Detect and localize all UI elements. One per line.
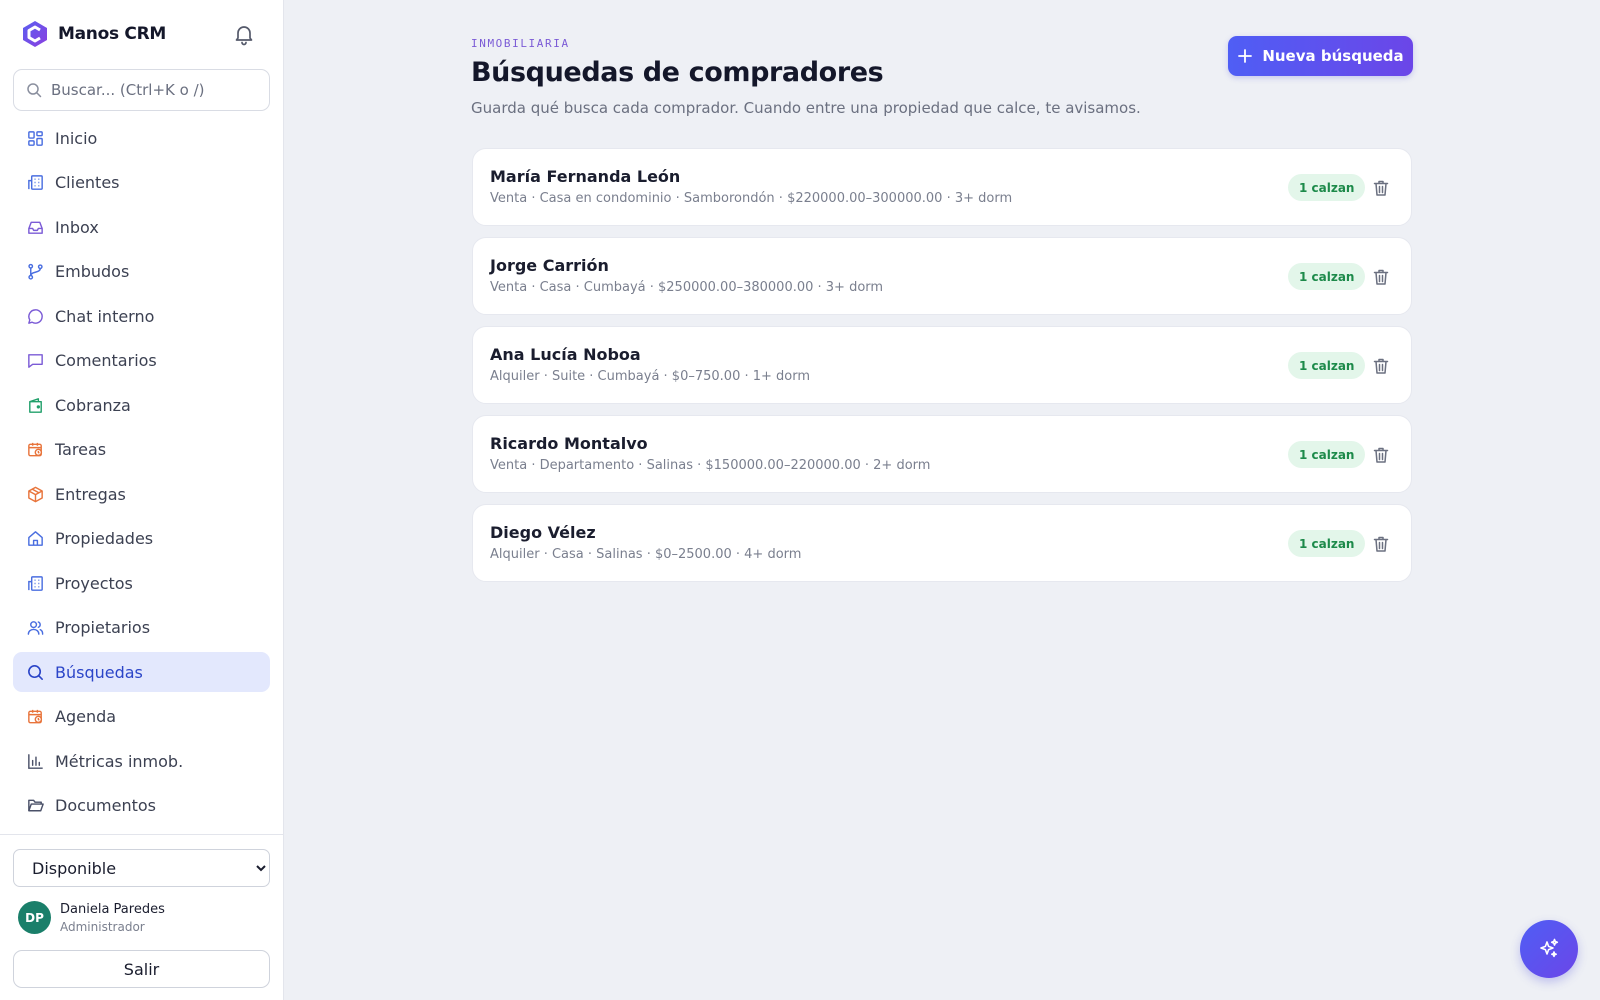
user-info: Daniela Paredes Administrador — [60, 902, 165, 934]
search-icon — [27, 83, 42, 98]
sidebar-item-tareas[interactable]: Tareas — [13, 430, 270, 470]
house-icon — [28, 531, 43, 546]
availability-select[interactable]: Disponible — [13, 849, 270, 887]
sidebar-item-label: Clientes — [55, 173, 120, 192]
trash-icon[interactable] — [1371, 267, 1391, 287]
match-badge[interactable]: 1 calzan — [1288, 174, 1366, 201]
user-profile[interactable]: DP Daniela Paredes Administrador — [18, 901, 165, 934]
calendar-clock-icon — [28, 709, 43, 724]
plus-icon — [1238, 49, 1253, 63]
list-item[interactable]: María Fernanda León Venta · Casa en cond… — [472, 148, 1412, 226]
list-item[interactable]: Ricardo Montalvo Venta · Departamento · … — [472, 415, 1412, 493]
sidebar-item-propiedades[interactable]: Propiedades — [13, 519, 270, 559]
comment-icon — [28, 354, 43, 368]
page-subtitle: Guarda qué busca cada comprador. Cuando … — [471, 99, 1141, 117]
sidebar-item-chat-interno[interactable]: Chat interno — [13, 296, 270, 336]
sidebar-item-label: Embudos — [55, 262, 130, 281]
sparkles-icon — [1540, 938, 1559, 958]
search-criteria: Venta · Casa · Cumbayá · $250000.00–3800… — [490, 280, 884, 295]
search-icon — [28, 664, 43, 680]
global-search[interactable] — [13, 69, 270, 111]
trash-icon[interactable] — [1371, 178, 1391, 198]
sidebar-item-busquedas[interactable]: Búsquedas — [13, 652, 270, 692]
sidebar-item-inicio[interactable]: Inicio — [13, 118, 270, 158]
sidebar-item-label: Comentarios — [55, 351, 157, 370]
sidebar-item-label: Propietarios — [55, 618, 151, 637]
sidebar-item-label: Propiedades — [55, 529, 154, 548]
match-badge[interactable]: 1 calzan — [1288, 530, 1366, 557]
sidebar-item-entregas[interactable]: Entregas — [13, 474, 270, 514]
chat-bubble-icon — [28, 308, 43, 324]
bell-icon[interactable] — [232, 22, 256, 46]
match-badge[interactable]: 1 calzan — [1288, 441, 1366, 468]
calendar-clock-icon — [28, 442, 43, 457]
git-branch-icon — [28, 263, 43, 280]
sidebar-item-clientes[interactable]: Clientes — [13, 163, 270, 203]
search-criteria: Alquiler · Casa · Salinas · $0–2500.00 ·… — [490, 547, 802, 562]
search-criteria: Venta · Departamento · Salinas · $150000… — [490, 458, 931, 473]
match-badge[interactable]: 1 calzan — [1288, 263, 1366, 290]
sidebar-item-label: Métricas inmob. — [55, 751, 184, 771]
sidebar-item-propietarios[interactable]: Propietarios — [13, 608, 270, 648]
sidebar-item-comentarios[interactable]: Comentarios — [13, 341, 270, 381]
page-title: Búsquedas de compradores — [471, 57, 884, 88]
sidebar-item-label: Inbox — [55, 217, 99, 237]
trash-icon[interactable] — [1371, 534, 1391, 554]
sidebar-item-label: Agenda — [55, 707, 117, 726]
sidebar-item-label: Tareas — [55, 440, 107, 459]
app-name: Manos CRM — [58, 24, 166, 44]
search-criteria: Alquiler · Suite · Cumbayá · $0–750.00 ·… — [490, 369, 811, 384]
user-name: Daniela Paredes — [60, 901, 165, 917]
folder-open-icon — [28, 799, 44, 812]
sidebar-item-label: Cobranza — [55, 395, 131, 415]
search-input[interactable] — [51, 81, 251, 99]
sidebar-nav: Inicio Clientes Inbox Embudos Chat inter… — [13, 118, 270, 830]
trash-icon[interactable] — [1371, 356, 1391, 376]
buyer-name: Jorge Carrión — [490, 256, 609, 275]
sidebar-footer: Disponible DP Daniela Paredes Administra… — [0, 834, 284, 1000]
sidebar-item-inbox[interactable]: Inbox — [13, 207, 270, 247]
dashboard-icon — [28, 130, 43, 146]
bar-chart-icon — [28, 753, 43, 769]
brand-logo-icon — [23, 21, 47, 47]
new-search-label: Nueva búsqueda — [1262, 47, 1404, 65]
sidebar-item-label: Documentos — [55, 796, 157, 815]
building-icon — [28, 175, 43, 190]
inbox-icon — [28, 221, 43, 234]
sidebar-item-label: Chat interno — [55, 306, 155, 326]
brand[interactable]: Manos CRM — [22, 20, 166, 48]
sidebar-item-embudos[interactable]: Embudos — [13, 252, 270, 292]
sidebar-item-label: Proyectos — [55, 573, 133, 593]
sidebar-item-label: Búsquedas — [55, 662, 143, 682]
users-icon — [27, 621, 44, 635]
avatar: DP — [18, 901, 51, 934]
match-badge[interactable]: 1 calzan — [1288, 352, 1366, 379]
sidebar-item-agenda[interactable]: Agenda — [13, 697, 270, 737]
ai-assistant-button[interactable] — [1520, 920, 1578, 978]
sidebar-item-label: Inicio — [55, 128, 98, 148]
wallet-icon — [29, 397, 42, 413]
buyer-name: Ricardo Montalvo — [490, 434, 648, 453]
list-item[interactable]: Jorge Carrión Venta · Casa · Cumbayá · $… — [472, 237, 1412, 315]
logout-button[interactable]: Salir — [13, 950, 270, 988]
buyer-name: María Fernanda León — [490, 167, 681, 186]
user-role: Administrador — [60, 919, 145, 934]
package-icon — [28, 486, 43, 502]
buyer-search-list: María Fernanda León Venta · Casa en cond… — [472, 148, 1412, 593]
trash-icon[interactable] — [1371, 445, 1391, 465]
sidebar-item-documentos[interactable]: Documentos — [13, 786, 270, 826]
buyer-name: Ana Lucía Noboa — [490, 345, 641, 364]
list-item[interactable]: Ana Lucía Noboa Alquiler · Suite · Cumba… — [472, 326, 1412, 404]
sidebar-item-proyectos[interactable]: Proyectos — [13, 563, 270, 603]
list-item[interactable]: Diego Vélez Alquiler · Casa · Salinas · … — [472, 504, 1412, 582]
sidebar-item-label: Entregas — [55, 484, 126, 504]
sidebar-item-cobranza[interactable]: Cobranza — [13, 385, 270, 425]
building-icon — [28, 575, 43, 591]
section-eyebrow: INMOBILIARIA — [471, 37, 570, 50]
search-criteria: Venta · Casa en condominio · Samborondón… — [490, 191, 1013, 206]
new-search-button[interactable]: Nueva búsqueda — [1228, 36, 1413, 76]
sidebar: Manos CRM Inicio Clientes Inbox Embudos … — [0, 0, 284, 1000]
sidebar-item-metricas[interactable]: Métricas inmob. — [13, 741, 270, 781]
buyer-name: Diego Vélez — [490, 523, 596, 542]
